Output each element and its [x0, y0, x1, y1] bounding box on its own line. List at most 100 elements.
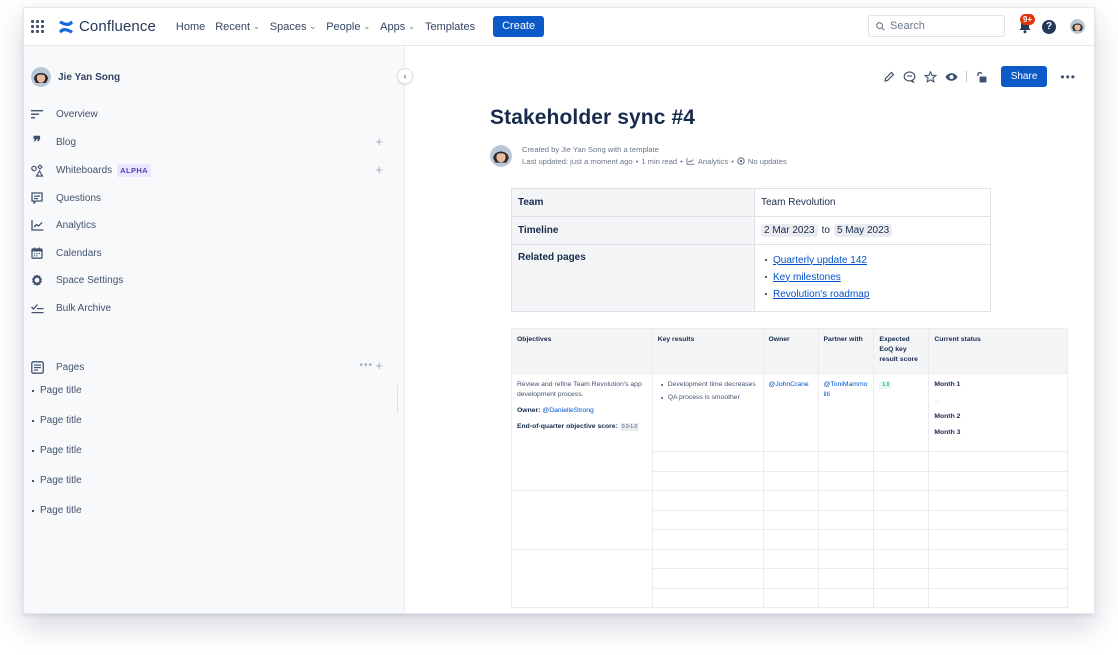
table-cell[interactable]: [928, 509, 1068, 530]
pages-scrollbar[interactable]: [397, 385, 398, 413]
search-input[interactable]: Search: [868, 15, 1005, 37]
sidebar-item-whiteboards[interactable]: Whiteboards ALPHA +: [24, 159, 405, 181]
sidebar-item-analytics[interactable]: Analytics: [24, 214, 405, 236]
confluence-logo[interactable]: Confluence: [58, 18, 156, 35]
help-icon[interactable]: ?: [1042, 20, 1056, 34]
sidebar-item-calendars[interactable]: Calendars: [24, 242, 405, 264]
table-cell[interactable]: [817, 568, 875, 589]
table-cell[interactable]: [651, 509, 764, 530]
page-tree-item[interactable]: Page title: [32, 475, 82, 486]
table-cell[interactable]: [762, 451, 819, 472]
app-switcher-icon[interactable]: [31, 19, 45, 34]
table-cell[interactable]: [817, 470, 875, 491]
table-cell[interactable]: [651, 470, 764, 491]
owner-mention[interactable]: @JohnCrane: [769, 381, 809, 388]
table-cell[interactable]: [762, 509, 819, 530]
table-cell[interactable]: [651, 490, 764, 511]
edit-pencil-icon[interactable]: [879, 67, 899, 87]
table-cell[interactable]: [651, 548, 764, 569]
table-cell[interactable]: [928, 529, 1068, 550]
table-cell[interactable]: [762, 470, 819, 491]
table-cell[interactable]: [873, 509, 930, 530]
related-page-link[interactable]: Key milestones: [773, 272, 841, 283]
create-button[interactable]: Create: [493, 16, 545, 37]
pages-section-header[interactable]: Pages ••• +: [24, 355, 405, 379]
expected-score-cell[interactable]: 1.0: [873, 373, 930, 452]
table-cell[interactable]: [928, 490, 1068, 511]
table-cell[interactable]: [651, 587, 764, 608]
current-status-cell[interactable]: Month 1 ... Month 2 Month 3: [928, 373, 1068, 452]
partner-mention[interactable]: @ToniMammoliti: [824, 381, 868, 398]
related-page-link[interactable]: Quarterly update 142: [773, 255, 867, 266]
sidebar-item-questions[interactable]: Questions: [24, 187, 405, 209]
more-actions-icon[interactable]: •••: [1060, 70, 1076, 84]
sidebar-item-blog[interactable]: ❞ Blog +: [24, 131, 405, 153]
table-cell[interactable]: [817, 451, 875, 472]
table-cell[interactable]: [817, 509, 875, 530]
updates-link[interactable]: No updates: [737, 157, 787, 166]
objective-cell[interactable]: [511, 548, 653, 608]
table-cell[interactable]: [762, 568, 819, 589]
add-blog-icon[interactable]: +: [375, 134, 383, 149]
share-button[interactable]: Share: [1000, 66, 1048, 87]
table-cell[interactable]: [817, 548, 875, 569]
nav-home[interactable]: Home: [176, 21, 205, 33]
analytics-link[interactable]: Analytics: [686, 157, 728, 166]
user-avatar[interactable]: [1070, 19, 1085, 34]
page-tree-item[interactable]: Page title: [32, 445, 82, 456]
unlocked-restrictions-icon[interactable]: [972, 67, 992, 87]
add-whiteboard-icon[interactable]: +: [375, 162, 383, 177]
sidebar-item-space-settings[interactable]: Space Settings: [24, 269, 405, 291]
table-cell[interactable]: [762, 490, 819, 511]
table-cell[interactable]: [873, 490, 930, 511]
pages-more-icon[interactable]: •••: [359, 360, 373, 371]
start-date[interactable]: 2 Mar 2023: [761, 224, 818, 237]
sidebar-item-overview[interactable]: Overview: [24, 103, 405, 125]
table-cell[interactable]: [873, 529, 930, 550]
table-cell[interactable]: [817, 490, 875, 511]
page-tree-item[interactable]: Page title: [32, 385, 82, 396]
table-cell[interactable]: [873, 470, 930, 491]
table-cell[interactable]: [928, 568, 1068, 589]
key-results-cell[interactable]: Development time decreases QA process is…: [651, 373, 764, 452]
table-cell[interactable]: [817, 587, 875, 608]
table-cell[interactable]: [873, 587, 930, 608]
owner-cell[interactable]: @JohnCrane: [762, 373, 819, 452]
star-icon[interactable]: [921, 67, 941, 87]
table-cell[interactable]: [928, 470, 1068, 491]
collapse-sidebar-button[interactable]: ‹: [397, 68, 413, 84]
table-cell[interactable]: [928, 451, 1068, 472]
table-cell[interactable]: [928, 548, 1068, 569]
owner-mention[interactable]: @DanielleStrong: [542, 407, 594, 414]
watch-eye-icon[interactable]: [942, 67, 962, 87]
objective-cell[interactable]: Review and refine Team Revolution's app …: [511, 373, 653, 491]
space-header[interactable]: Jie Yan Song: [31, 67, 120, 87]
page-tree-item[interactable]: Page title: [32, 415, 82, 426]
table-cell[interactable]: [762, 529, 819, 550]
related-page-link[interactable]: Revolution's roadmap: [773, 289, 869, 300]
comment-icon[interactable]: [900, 67, 920, 87]
partner-cell[interactable]: @ToniMammoliti: [817, 373, 875, 452]
table-cell[interactable]: [762, 587, 819, 608]
page-tree-item[interactable]: Page title: [32, 505, 82, 516]
author-avatar[interactable]: [490, 145, 512, 167]
header-expected-score: Expected EoQ key result score: [873, 328, 930, 374]
objective-cell[interactable]: [511, 490, 653, 550]
nav-people[interactable]: People ⌄: [326, 21, 370, 33]
nav-apps[interactable]: Apps ⌄: [380, 21, 415, 33]
table-cell[interactable]: [651, 568, 764, 589]
add-page-icon[interactable]: +: [375, 358, 383, 373]
table-cell[interactable]: [873, 548, 930, 569]
table-cell[interactable]: [873, 451, 930, 472]
nav-spaces[interactable]: Spaces ⌄: [270, 21, 316, 33]
table-cell[interactable]: [651, 451, 764, 472]
sidebar-item-bulk-archive[interactable]: Bulk Archive: [24, 297, 405, 319]
nav-templates[interactable]: Templates: [425, 21, 475, 33]
table-cell[interactable]: [928, 587, 1068, 608]
end-date[interactable]: 5 May 2023: [833, 224, 893, 237]
nav-recent[interactable]: Recent ⌄: [215, 21, 260, 33]
table-cell[interactable]: [873, 568, 930, 589]
table-cell[interactable]: [817, 529, 875, 550]
table-cell[interactable]: [762, 548, 819, 569]
table-cell[interactable]: [651, 529, 764, 550]
